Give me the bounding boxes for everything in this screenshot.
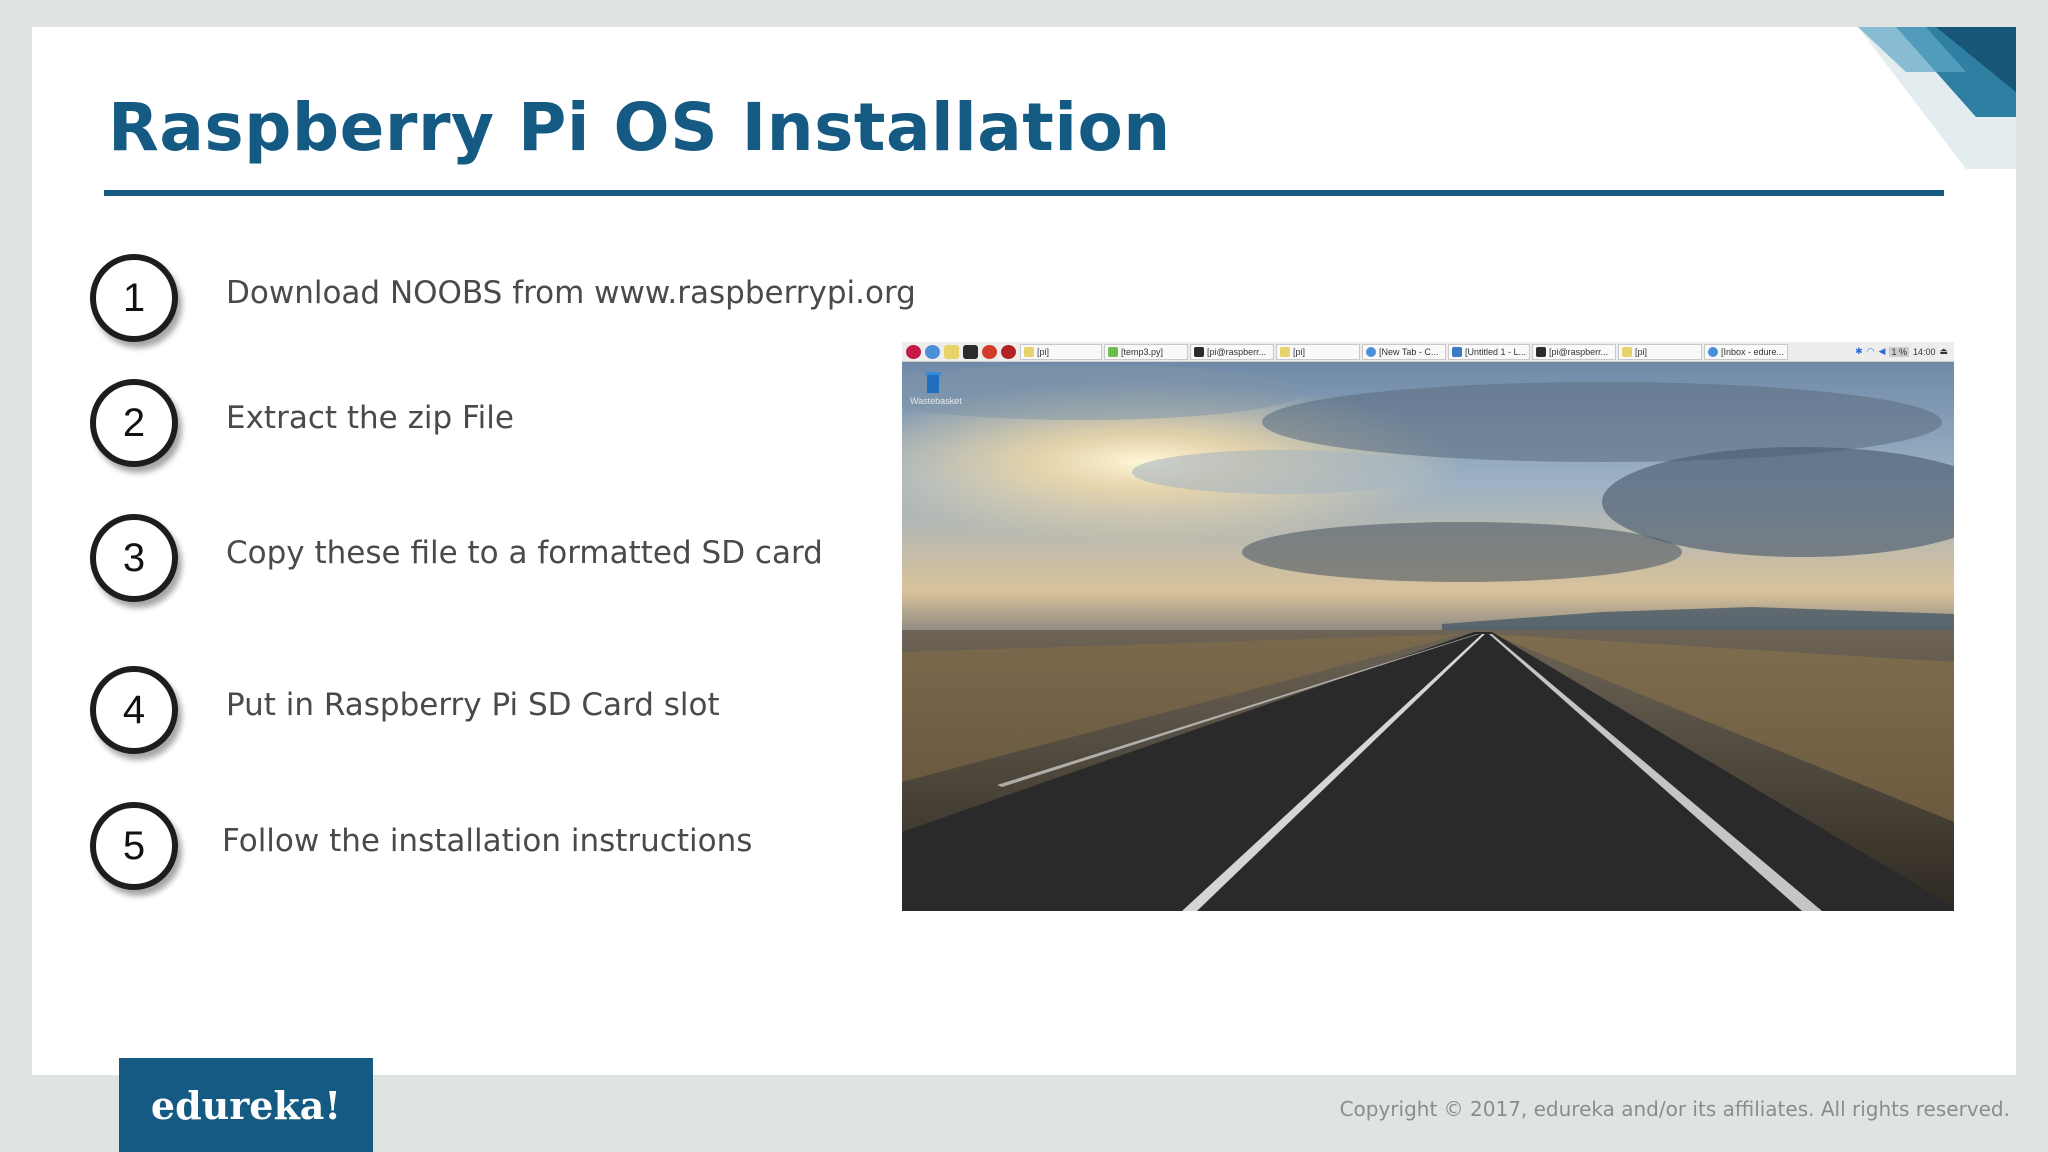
wolfram-icon[interactable] xyxy=(982,344,997,359)
taskbar-window[interactable]: [Untitled 1 - L... xyxy=(1448,343,1530,360)
step-item: 4 Put in Raspberry Pi SD Card slot xyxy=(90,666,910,756)
eject-icon[interactable]: ⏏ xyxy=(1939,346,1948,357)
chromium-icon xyxy=(1366,346,1376,357)
step-text: Follow the installation instructions xyxy=(222,823,753,859)
step-item: 3 Copy these file to a formatted SD card xyxy=(90,514,910,604)
system-tray: ✱ ◠ ◀ 1 % 14:00 ⏏ xyxy=(1855,346,1954,357)
taskbar-window[interactable]: [temp3.py] xyxy=(1104,343,1188,360)
step-text: Download NOOBS from www.raspberrypi.org xyxy=(226,275,916,311)
folder-icon xyxy=(1622,346,1632,357)
clock[interactable]: 14:00 xyxy=(1913,347,1936,357)
raspberry-menu-icon[interactable] xyxy=(906,344,921,359)
terminal-icon xyxy=(1536,346,1546,357)
python-editor-icon xyxy=(1108,346,1118,357)
slide: Raspberry Pi OS Installation 1 Download … xyxy=(32,27,2016,1075)
taskbar-window[interactable]: [pi] xyxy=(1020,343,1102,360)
taskbar-window[interactable]: [New Tab - C... xyxy=(1362,343,1446,360)
step-item: 1 Download NOOBS from www.raspberrypi.or… xyxy=(90,254,916,344)
taskbar-window[interactable]: [pi] xyxy=(1276,343,1360,360)
taskbar-window[interactable]: [Inbox - edure... xyxy=(1704,343,1788,360)
wifi-icon[interactable]: ◠ xyxy=(1867,346,1875,357)
copyright-notice: Copyright © 2017, edureka and/or its aff… xyxy=(1339,1097,2010,1121)
logo-text: edureka! xyxy=(150,1082,342,1128)
taskbar-window[interactable]: [pi@raspberr... xyxy=(1190,343,1274,360)
folder-icon xyxy=(1280,346,1290,357)
folder-icon xyxy=(1024,346,1034,357)
web-browser-icon[interactable] xyxy=(925,344,940,359)
libreoffice-icon xyxy=(1452,346,1462,357)
trash-icon[interactable] xyxy=(924,370,942,394)
bluetooth-icon[interactable]: ✱ xyxy=(1855,346,1863,357)
trash-label: Wastebasket xyxy=(910,396,962,406)
taskbar-window[interactable]: [pi@raspberr... xyxy=(1532,343,1616,360)
edureka-logo: edureka! xyxy=(119,1058,373,1152)
mathematica-icon[interactable] xyxy=(1001,344,1016,359)
step-text: Extract the zip File xyxy=(226,400,514,436)
step-item: 5 Follow the installation instructions xyxy=(90,802,910,892)
corner-decoration xyxy=(1858,27,2016,169)
step-number-badge: 5 xyxy=(90,802,178,890)
title-underline xyxy=(104,190,1944,196)
step-text: Copy these file to a formatted SD card xyxy=(226,535,823,571)
taskbar: [pi] [temp3.py] [pi@raspberr... [pi] [Ne… xyxy=(902,342,1954,362)
terminal-icon xyxy=(1194,346,1204,357)
taskbar-window[interactable]: [pi] xyxy=(1618,343,1702,360)
terminal-icon[interactable] xyxy=(963,344,978,359)
volume-icon[interactable]: ◀ xyxy=(1879,346,1886,357)
file-manager-icon[interactable] xyxy=(944,344,959,359)
cpu-monitor-icon[interactable]: 1 % xyxy=(1889,346,1909,357)
step-text: Put in Raspberry Pi SD Card slot xyxy=(226,687,720,723)
chromium-icon xyxy=(1708,346,1718,357)
step-number-badge: 3 xyxy=(90,514,178,602)
step-number-badge: 2 xyxy=(90,379,178,467)
step-number-badge: 1 xyxy=(90,254,178,342)
page-title: Raspberry Pi OS Installation xyxy=(108,89,1171,166)
desktop-screenshot: [pi] [temp3.py] [pi@raspberr... [pi] [Ne… xyxy=(902,342,1954,911)
desktop-wallpaper xyxy=(902,362,1954,911)
step-number-badge: 4 xyxy=(90,666,178,754)
step-item: 2 Extract the zip File xyxy=(90,379,910,469)
